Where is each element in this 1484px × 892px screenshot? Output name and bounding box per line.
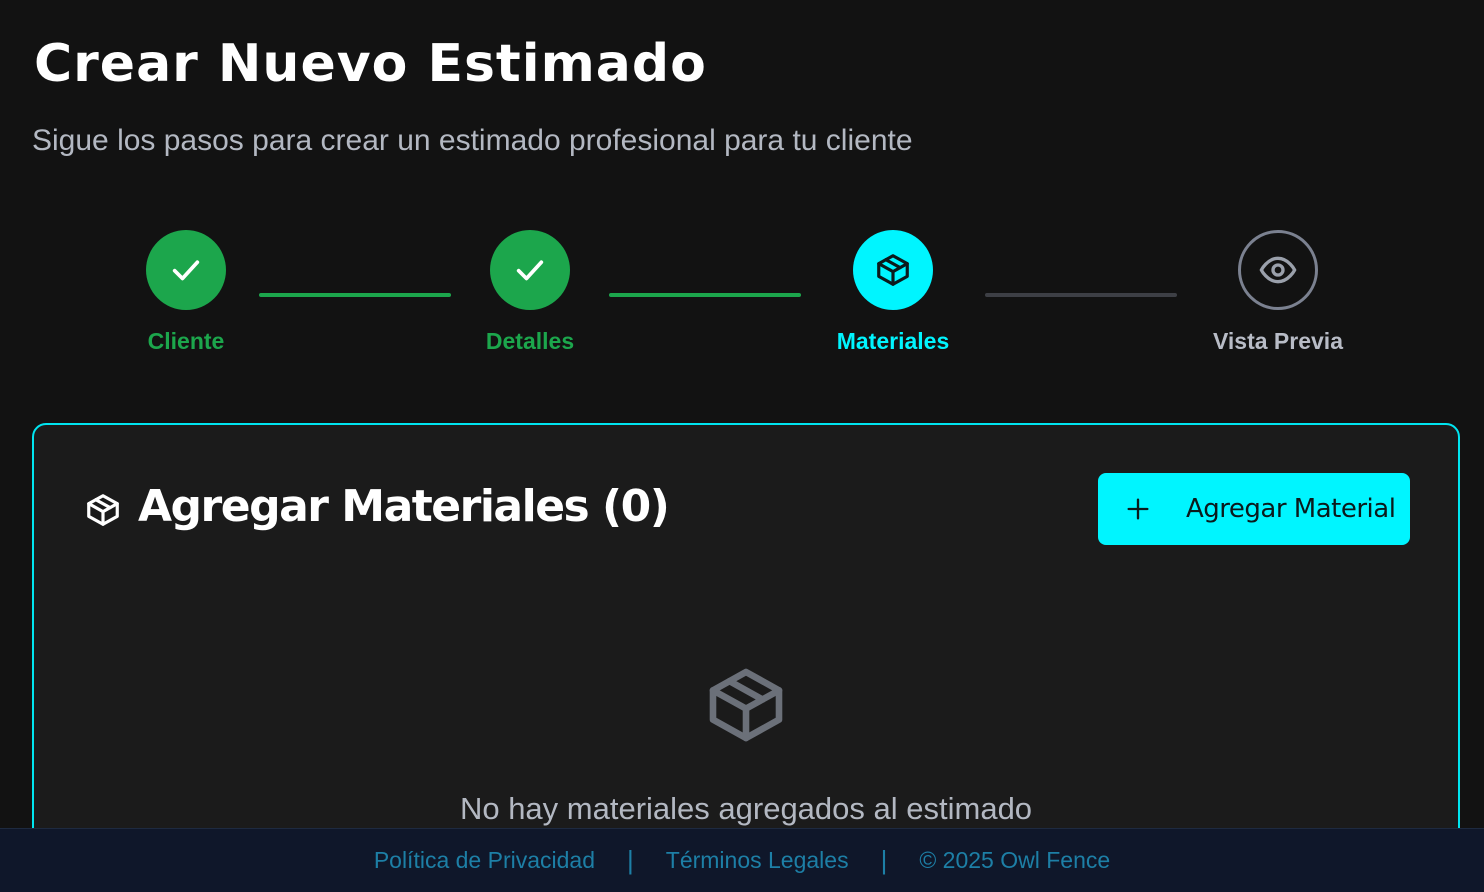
step-connector [609,293,801,297]
step-connector [985,293,1177,297]
package-icon [709,668,783,742]
privacy-link[interactable]: Política de Privacidad [374,847,595,874]
step-label: Materiales [836,328,950,354]
add-material-label: Agregar Material [1186,494,1396,524]
materials-title: Agregar Materiales (0) [138,481,670,532]
footer-separator: | [880,845,888,875]
step-detalles[interactable]: Detalles [430,230,630,355]
package-icon [87,494,119,526]
empty-state-message: No hay materiales agregados al estimado [459,791,1033,826]
step-circle [490,230,570,310]
progress-stepper: Cliente Detalles Materiales Vista Previa [0,230,1484,370]
terms-link[interactable]: Términos Legales [666,847,849,874]
step-circle [146,230,226,310]
materials-card: Agregar Materiales (0) Agregar Material … [32,423,1460,892]
step-cliente[interactable]: Cliente [86,230,286,355]
plus-icon [1127,498,1149,520]
step-circle [1238,230,1318,310]
check-icon [172,260,200,281]
footer: Política de Privacidad | Términos Legale… [0,828,1484,892]
add-material-button[interactable]: Agregar Material [1098,473,1410,545]
step-label: Cliente [147,328,225,354]
page-title: Crear Nuevo Estimado [34,34,707,94]
eye-icon [1259,256,1297,284]
step-vista-previa[interactable]: Vista Previa [1178,230,1378,355]
page-subtitle: Sigue los pasos para crear un estimado p… [32,124,913,157]
check-icon [516,260,544,281]
step-connector [259,293,451,297]
step-label: Vista Previa [1212,328,1343,354]
step-circle [853,230,933,310]
step-materiales[interactable]: Materiales [793,230,993,355]
step-label: Detalles [485,328,575,354]
footer-separator: | [627,845,634,875]
package-icon [877,254,909,286]
copyright-text: © 2025 Owl Fence [919,847,1111,873]
